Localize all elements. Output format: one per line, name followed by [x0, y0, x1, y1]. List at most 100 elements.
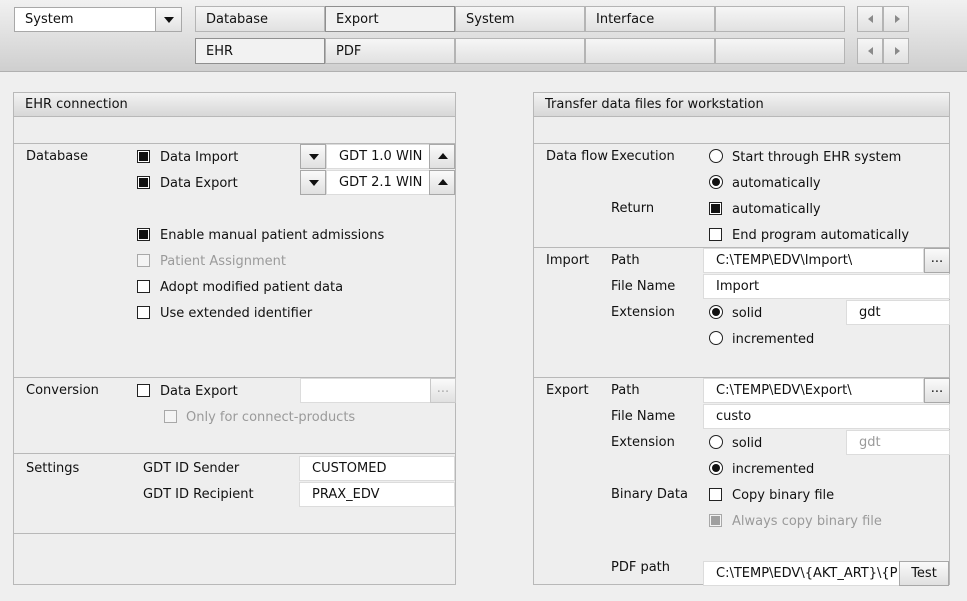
field-value: CUSTOMED — [312, 461, 387, 476]
chevron-down-icon — [164, 17, 174, 23]
binary-data-label: Binary Data — [611, 487, 688, 502]
data-import-up-button[interactable] — [429, 144, 455, 169]
data-export-version-field[interactable]: GDT 2.1 WIN — [326, 170, 430, 195]
tab-label: Interface — [596, 12, 655, 27]
gdt-id-recipient-label: GDT ID Recipient — [143, 487, 254, 502]
gdt-id-recipient-field[interactable]: PRAX_EDV — [299, 482, 455, 507]
chevron-right-icon — [895, 47, 900, 55]
import-path-browse-button[interactable]: ... — [924, 248, 950, 273]
enable-manual-admissions-checkbox[interactable] — [137, 228, 150, 241]
export-path-browse-button[interactable]: ... — [924, 378, 950, 403]
import-section-label: Import — [546, 253, 590, 268]
module-select-dropdown-button[interactable] — [155, 8, 181, 31]
test-button[interactable]: Test — [899, 561, 949, 586]
data-export-up-button[interactable] — [429, 170, 455, 195]
only-connect-products-label: Only for connect-products — [186, 410, 356, 425]
chevron-left-icon — [868, 15, 873, 23]
import-solid-label: solid — [732, 306, 763, 321]
settings-section-label: Settings — [26, 461, 80, 476]
tabs-row1-prev-button[interactable] — [857, 6, 883, 32]
field-value: C:\TEMP\EDV\Export\ — [716, 383, 852, 398]
execution-automatically-label: automatically — [732, 176, 821, 191]
copy-binary-file-label: Copy binary file — [732, 488, 835, 503]
module-select[interactable]: System — [14, 7, 182, 32]
adopt-modified-data-checkbox[interactable] — [137, 280, 150, 293]
enable-manual-admissions-label: Enable manual patient admissions — [160, 228, 385, 243]
export-extension-field[interactable]: gdt — [846, 430, 950, 455]
conversion-browse-button[interactable]: ... — [430, 378, 456, 403]
import-incremented-label: incremented — [732, 332, 815, 347]
execution-label: Execution — [611, 149, 675, 164]
divider — [14, 533, 455, 534]
database-section-label: Database — [26, 149, 89, 164]
copy-binary-file-checkbox[interactable] — [709, 488, 722, 501]
tab-empty — [455, 38, 585, 64]
data-export-down-button[interactable] — [300, 170, 326, 195]
tab-empty — [585, 38, 715, 64]
patient-assignment-checkbox[interactable] — [137, 254, 150, 267]
data-export-checkbox[interactable] — [137, 176, 150, 189]
export-extension-label: Extension — [611, 435, 675, 450]
chevron-up-icon — [438, 179, 448, 185]
tab-label: System — [466, 12, 515, 27]
export-section-label: Export — [546, 383, 589, 398]
always-copy-binary-checkbox[interactable] — [709, 514, 722, 527]
tab-label: EHR — [206, 44, 234, 59]
end-program-automatically-label: End program automatically — [732, 228, 910, 243]
data-import-checkbox[interactable] — [137, 150, 150, 163]
import-solid-radio[interactable] — [709, 305, 723, 319]
export-filename-field[interactable]: custo — [703, 404, 950, 429]
divider — [14, 453, 455, 454]
panel-header: EHR connection — [14, 93, 455, 117]
execution-automatically-radio[interactable] — [709, 175, 723, 189]
only-connect-products-checkbox[interactable] — [164, 410, 177, 423]
import-incremented-radio[interactable] — [709, 331, 723, 345]
adopt-modified-data-label: Adopt modified patient data — [160, 280, 344, 295]
data-import-down-button[interactable] — [300, 144, 326, 169]
tabs-row2-next-button[interactable] — [883, 38, 909, 64]
tab-empty — [715, 6, 845, 32]
conversion-section-label: Conversion — [26, 383, 99, 398]
import-filename-field[interactable]: Import — [703, 274, 950, 299]
conversion-data-export-label: Data Export — [160, 384, 238, 399]
export-solid-radio[interactable] — [709, 435, 723, 449]
export-solid-label: solid — [732, 436, 763, 451]
tab-label: PDF — [336, 44, 362, 59]
conversion-export-path-field[interactable] — [300, 378, 431, 403]
import-path-field[interactable]: C:\TEMP\EDV\Import\ — [703, 248, 924, 273]
always-copy-binary-label: Always copy binary file — [732, 514, 882, 529]
tabs-row1-next-button[interactable] — [883, 6, 909, 32]
import-extension-field[interactable]: gdt — [846, 300, 950, 325]
tab-label: Export — [336, 12, 379, 27]
tab-system[interactable]: System — [455, 6, 585, 32]
export-incremented-label: incremented — [732, 462, 815, 477]
tab-database[interactable]: Database — [195, 6, 325, 32]
import-filename-label: File Name — [611, 279, 676, 294]
patient-assignment-label: Patient Assignment — [160, 254, 286, 269]
divider — [534, 143, 949, 144]
export-filename-label: File Name — [611, 409, 676, 424]
gdt-id-sender-field[interactable]: CUSTOMED — [299, 456, 455, 481]
end-program-automatically-checkbox[interactable] — [709, 228, 722, 241]
field-value: C:\TEMP\EDV\Import\ — [716, 253, 853, 268]
conversion-data-export-checkbox[interactable] — [137, 384, 150, 397]
start-through-ehr-radio[interactable] — [709, 149, 723, 163]
field-value: GDT 1.0 WIN — [339, 149, 423, 164]
return-automatically-checkbox[interactable] — [709, 202, 722, 215]
use-extended-identifier-checkbox[interactable] — [137, 306, 150, 319]
pdf-path-field[interactable]: C:\TEMP\EDV\{AKT_ART}\{P_ — [703, 561, 900, 586]
data-import-version-field[interactable]: GDT 1.0 WIN — [326, 144, 430, 169]
tab-pdf[interactable]: PDF — [325, 38, 455, 64]
tab-export[interactable]: Export — [325, 6, 455, 32]
tab-ehr[interactable]: EHR — [195, 38, 325, 64]
data-export-label: Data Export — [160, 176, 238, 191]
export-path-field[interactable]: C:\TEMP\EDV\Export\ — [703, 378, 924, 403]
return-automatically-label: automatically — [732, 202, 821, 217]
chevron-down-icon — [309, 154, 319, 160]
export-incremented-radio[interactable] — [709, 461, 723, 475]
field-value: GDT 2.1 WIN — [339, 175, 423, 190]
import-extension-label: Extension — [611, 305, 675, 320]
tab-interface[interactable]: Interface — [585, 6, 715, 32]
tabs-row2-prev-button[interactable] — [857, 38, 883, 64]
module-select-value: System — [25, 12, 74, 27]
